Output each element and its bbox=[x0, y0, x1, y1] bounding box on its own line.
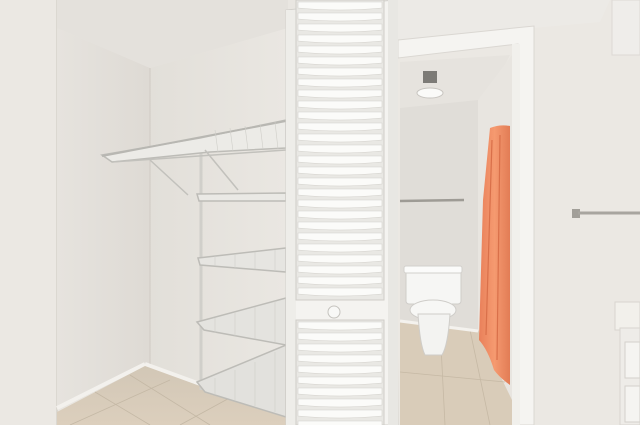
closet-side-wall bbox=[57, 28, 150, 410]
louver-slat bbox=[297, 89, 383, 99]
bathroom-towel-bar bbox=[399, 198, 465, 203]
louver-slat bbox=[297, 45, 383, 55]
bathroom-closet-scene bbox=[0, 0, 640, 425]
louver-slat bbox=[297, 133, 383, 143]
louver-slat bbox=[297, 111, 383, 121]
louver-slat bbox=[297, 332, 383, 342]
louver-slat bbox=[297, 398, 383, 408]
louver-slat bbox=[297, 354, 383, 364]
louver-slat bbox=[297, 387, 383, 397]
louver-slat bbox=[297, 12, 383, 22]
louver-slat bbox=[297, 1, 383, 11]
louver-slat bbox=[297, 100, 383, 110]
louver-slat bbox=[297, 343, 383, 353]
louver-slat bbox=[297, 122, 383, 132]
louver-slat bbox=[297, 276, 383, 286]
louver-slat bbox=[297, 221, 383, 231]
louver-slat bbox=[297, 67, 383, 77]
wall-cabinet-edge bbox=[611, 0, 640, 56]
ceiling-vent bbox=[423, 71, 437, 83]
louver-slat bbox=[297, 265, 383, 275]
louver-slat bbox=[297, 365, 383, 375]
louver-slat bbox=[297, 23, 383, 33]
louver-slat bbox=[297, 409, 383, 419]
louver-slat bbox=[297, 232, 383, 242]
louver-slat bbox=[297, 166, 383, 176]
ceiling-light bbox=[416, 87, 444, 99]
wall-left-edge bbox=[0, 0, 57, 425]
louver-slat bbox=[297, 34, 383, 44]
louver-slat bbox=[297, 287, 383, 297]
louver-slat bbox=[297, 210, 383, 220]
louver-slat bbox=[297, 199, 383, 209]
louver-slat bbox=[297, 188, 383, 198]
louver-slat bbox=[297, 254, 383, 264]
door-knob bbox=[327, 305, 341, 319]
louver-slat bbox=[297, 155, 383, 165]
louver-slat bbox=[297, 243, 383, 253]
louver-slat bbox=[297, 144, 383, 154]
louver-slat bbox=[297, 420, 383, 425]
louver-slat bbox=[297, 56, 383, 66]
louver-slat bbox=[297, 78, 383, 88]
louver-slat bbox=[297, 321, 383, 331]
louver-slat bbox=[297, 376, 383, 386]
louver-slat bbox=[297, 177, 383, 187]
